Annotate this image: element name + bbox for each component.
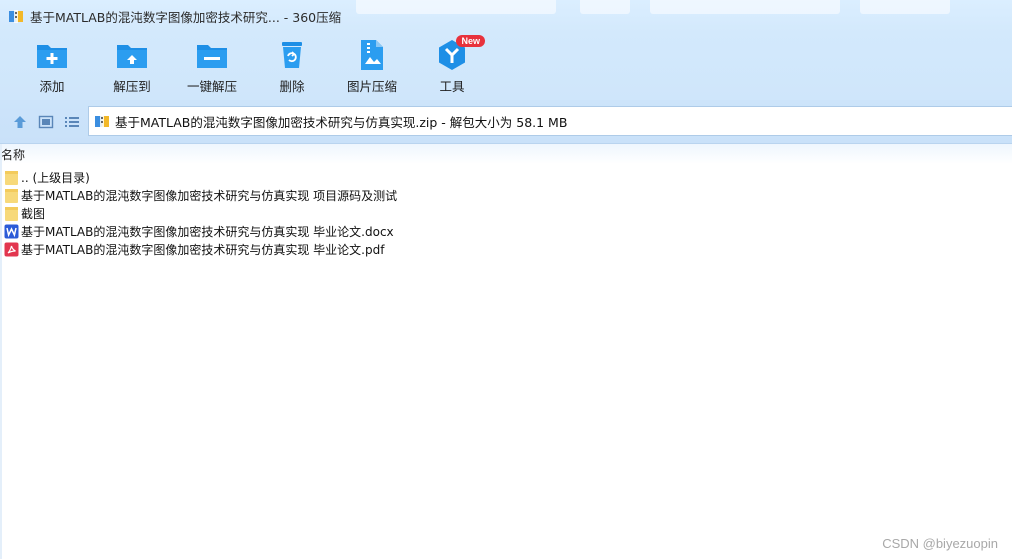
one-click-extract-button[interactable]: 一键解压	[180, 38, 244, 98]
file-list: .. (上级目录) 基于MATLAB的混沌数字图像加密技术研究与仿真实现 项目源…	[0, 168, 1012, 258]
address-row: 基于MATLAB的混沌数字图像加密技术研究与仿真实现.zip - 解包大小为 5…	[0, 100, 1012, 144]
folder-icon	[5, 188, 18, 203]
list-item-name: 基于MATLAB的混沌数字图像加密技术研究与仿真实现 项目源码及测试	[21, 188, 398, 203]
list-item-name: 基于MATLAB的混沌数字图像加密技术研究与仿真实现 毕业论文.docx	[21, 224, 394, 239]
extract-to-icon	[117, 45, 147, 68]
zip-archive-icon	[95, 115, 109, 128]
title-bar: 基于MATLAB的混沌数字图像加密技术研究... - 360压缩	[0, 0, 1012, 32]
pdf-document-icon	[4, 242, 19, 256]
extract-to-button[interactable]: 解压到	[100, 38, 164, 98]
image-compress-icon	[361, 40, 383, 70]
window-title-separator: -	[279, 9, 293, 25]
address-bar[interactable]: 基于MATLAB的混沌数字图像加密技术研究与仿真实现.zip - 解包大小为 5…	[88, 106, 1012, 136]
title-bar-highlight	[580, 0, 630, 14]
list-item-name: 基于MATLAB的混沌数字图像加密技术研究与仿真实现 毕业论文.pdf	[21, 242, 385, 257]
column-header-name[interactable]: 名称	[1, 146, 25, 163]
title-bar-highlight	[356, 0, 556, 14]
one-click-extract-button-label: 一键解压	[186, 79, 237, 94]
tools-button-label: 工具	[439, 79, 465, 94]
list-item-folder[interactable]: 基于MATLAB的混沌数字图像加密技术研究与仿真实现 项目源码及测试	[0, 186, 1012, 204]
add-folder-icon	[37, 45, 67, 68]
list-item-parent-dir[interactable]: .. (上级目录)	[0, 168, 1012, 186]
list-item-name: .. (上级目录)	[21, 170, 90, 185]
archive-path: 基于MATLAB的混沌数字图像加密技术研究与仿真实现.zip - 解包大小为 5…	[115, 114, 568, 130]
archive-app-icon	[9, 10, 23, 23]
tools-icon-wrap: New	[435, 35, 485, 72]
extract-to-button-label: 解压到	[113, 79, 151, 94]
folder-icon	[5, 206, 18, 221]
window-title-app: 360压缩	[292, 9, 342, 25]
tools-button[interactable]: New 工具	[420, 35, 485, 98]
add-button-label: 添加	[39, 79, 65, 94]
delete-trash-icon	[282, 42, 302, 68]
folder-icon	[5, 170, 18, 185]
add-button[interactable]: 添加	[20, 38, 84, 98]
word-document-icon	[4, 224, 19, 238]
delete-button-label: 删除	[279, 79, 305, 94]
main-toolbar: 添加 解压到 一键解压 删除 图片压缩 New 工具	[0, 32, 1012, 100]
one-click-extract-icon	[197, 45, 227, 68]
image-compress-button[interactable]: 图片压缩	[340, 38, 404, 98]
list-view-icon[interactable]	[64, 114, 80, 130]
title-bar-highlight	[860, 0, 950, 14]
up-level-icon[interactable]	[12, 114, 28, 130]
list-item-file[interactable]: 基于MATLAB的混沌数字图像加密技术研究与仿真实现 毕业论文.docx	[0, 222, 1012, 240]
title-bar-highlight	[650, 0, 840, 14]
watermark: CSDN @biyezuopin	[882, 536, 998, 551]
new-badge: New	[456, 35, 485, 47]
image-compress-button-label: 图片压缩	[346, 79, 397, 94]
thumbnail-view-icon[interactable]	[38, 114, 54, 130]
window-title-file: 基于MATLAB的混沌数字图像加密技术研究...	[30, 9, 280, 25]
delete-button[interactable]: 删除	[260, 38, 324, 98]
window-title: 基于MATLAB的混沌数字图像加密技术研究... - 360压缩	[30, 7, 341, 26]
list-item-folder[interactable]: 截图	[0, 204, 1012, 222]
column-header: 名称	[0, 144, 1012, 164]
list-item-name: 截图	[21, 206, 46, 221]
list-item-file[interactable]: 基于MATLAB的混沌数字图像加密技术研究与仿真实现 毕业论文.pdf	[0, 240, 1012, 258]
